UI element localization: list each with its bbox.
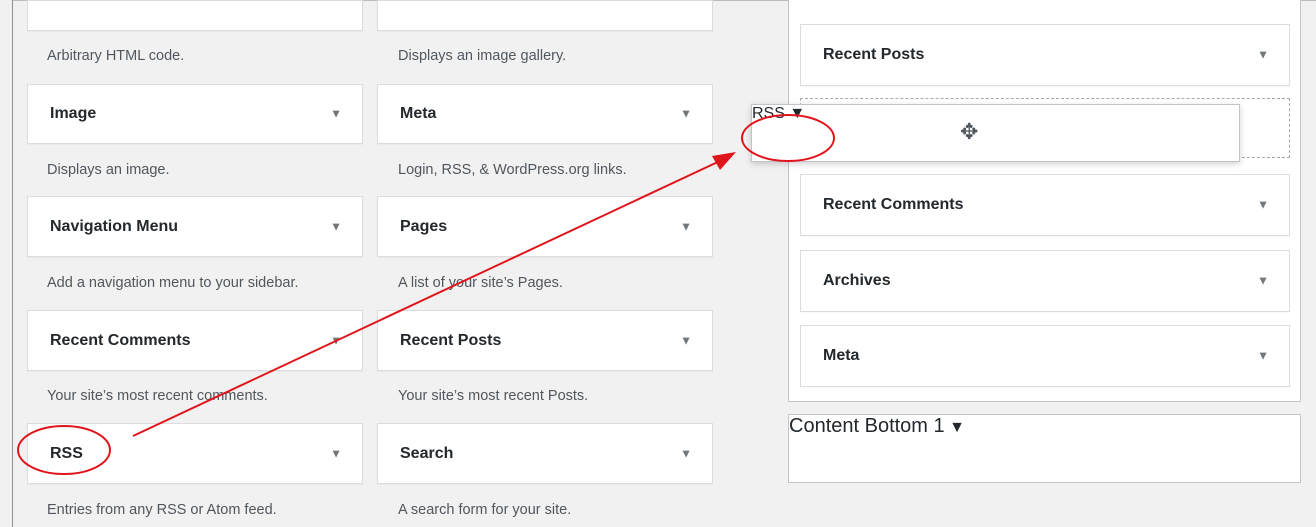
triangle-down-icon[interactable]: ▼ [1257,47,1269,61]
triangle-down-icon[interactable]: ▼ [330,106,342,120]
widget-title: RSS [50,444,83,462]
sidebar-widget-recent-comments[interactable]: Recent Comments ▼ [800,174,1290,236]
triangle-down-icon[interactable]: ▼ [680,446,692,460]
widget-title: Recent Posts [400,331,502,349]
widget-title: Recent Comments [823,196,964,213]
widget-area-title: Content Bottom 1 [789,415,945,437]
widget-title: Meta [823,347,860,364]
content-bottom-area[interactable]: Content Bottom 1 ▼ [788,414,1301,483]
triangle-down-icon[interactable]: ▼ [330,219,342,233]
widget-title: Search [400,444,454,462]
widget-title: Archives [823,272,891,289]
widget-pages[interactable]: Pages ▼ [377,196,713,257]
widget-description: Your site’s most recent comments. [47,388,268,404]
widget-description: Displays an image. [47,162,170,178]
widget-gallery[interactable] [377,0,713,31]
widget-description: A list of your site’s Pages. [398,275,563,291]
widget-description: A search form for your site. [398,502,572,518]
widget-recent-comments[interactable]: Recent Comments ▼ [27,310,363,371]
widget-description: Arbitrary HTML code. [47,48,185,64]
widget-rss[interactable]: RSS ▼ [27,423,363,484]
annotation-arrow-head [712,152,736,170]
triangle-down-icon[interactable]: ▼ [330,446,342,460]
widget-description: Entries from any RSS or Atom feed. [47,502,277,518]
sidebar-widget-meta[interactable]: Meta ▼ [800,325,1290,387]
widget-title: Recent Posts [823,46,925,63]
triangle-down-icon[interactable]: ▼ [1257,197,1269,211]
triangle-down-icon[interactable]: ▼ [789,105,805,122]
widget-description: Your site’s most recent Posts. [398,388,589,404]
widget-description: Add a navigation menu to your sidebar. [47,275,299,291]
widget-title: Image [50,105,97,122]
sidebar-widget-archives[interactable]: Archives ▼ [800,250,1290,312]
frame-left-edge [12,0,13,527]
widget-recent-posts[interactable]: Recent Posts ▼ [377,310,713,371]
widget-title: RSS [752,105,785,122]
widget-title: Meta [400,105,437,122]
widget-image[interactable]: Image ▼ [27,84,363,144]
triangle-down-icon[interactable]: ▼ [949,419,965,436]
widget-title: Pages [400,217,448,235]
widget-title: Recent Comments [50,331,191,349]
sidebar-widget-recent-posts[interactable]: Recent Posts ▼ [800,24,1290,86]
triangle-down-icon[interactable]: ▼ [330,333,342,347]
widget-search[interactable]: Search ▼ [377,423,713,484]
widget-title: Navigation Menu [50,217,179,235]
widget-custom-html[interactable] [27,0,363,31]
triangle-down-icon[interactable]: ▼ [1257,273,1269,287]
move-cursor-icon: ✥ [960,119,979,144]
dragging-widget-rss[interactable]: RSS ✥ ▼ [751,104,1240,162]
widget-meta[interactable]: Meta ▼ [377,84,713,144]
widget-navigation-menu[interactable]: Navigation Menu ▼ [27,196,363,257]
triangle-down-icon[interactable]: ▼ [680,219,692,233]
triangle-down-icon[interactable]: ▼ [680,333,692,347]
triangle-down-icon[interactable]: ▼ [1257,348,1269,362]
widget-description: Displays an image gallery. [398,48,567,64]
triangle-down-icon[interactable]: ▼ [680,106,692,120]
widget-description: Login, RSS, & WordPress.org links. [398,162,627,178]
